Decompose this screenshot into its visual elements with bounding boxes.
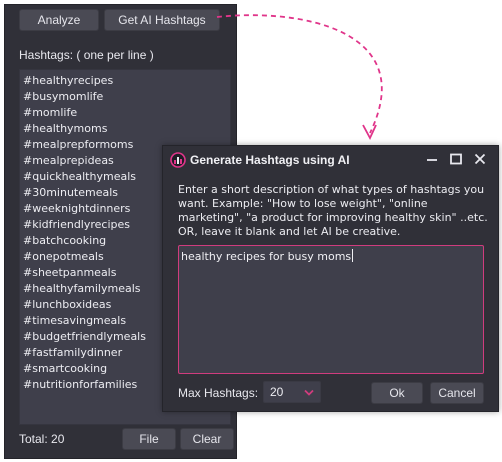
dialog-titlebar[interactable]: Generate Hashtags using AI [163,146,498,174]
total-count: Total: 20 [19,432,65,446]
description-input[interactable]: healthy recipes for busy moms [178,245,484,374]
cancel-button[interactable]: Cancel [430,382,484,404]
max-hashtags-value: 20 [270,385,284,399]
analyze-button[interactable]: Analyze [19,9,99,31]
file-button[interactable]: File [122,428,176,450]
max-hashtags-label: Max Hashtags: [178,386,259,400]
close-icon[interactable] [473,152,487,166]
generate-hashtags-dialog: Generate Hashtags using AI Enter a short… [162,145,499,412]
hashtag-line: #busymomlife [23,90,104,103]
hashtags-label: Hashtags: ( one per line ) [19,48,154,62]
text-cursor [352,249,354,262]
ok-button[interactable]: Ok [371,382,423,404]
get-ai-hashtags-button[interactable]: Get AI Hashtags [104,9,220,31]
dialog-title: Generate Hashtags using AI [190,153,350,167]
description-input-text: healthy recipes for busy moms [181,250,352,263]
hashtag-line: #healthyrecipes [23,74,114,87]
app-logo-icon [170,152,186,168]
dialog-instructions: Enter a short description of what types … [178,183,488,238]
chevron-down-icon [304,389,314,396]
maximize-icon[interactable] [449,152,463,166]
hashtag-line: #healthymoms [23,122,108,135]
hashtag-line: #momlife [23,106,78,119]
max-hashtags-select[interactable]: 20 [263,381,321,403]
clear-button[interactable]: Clear [180,428,234,450]
minimize-icon[interactable] [425,152,439,166]
